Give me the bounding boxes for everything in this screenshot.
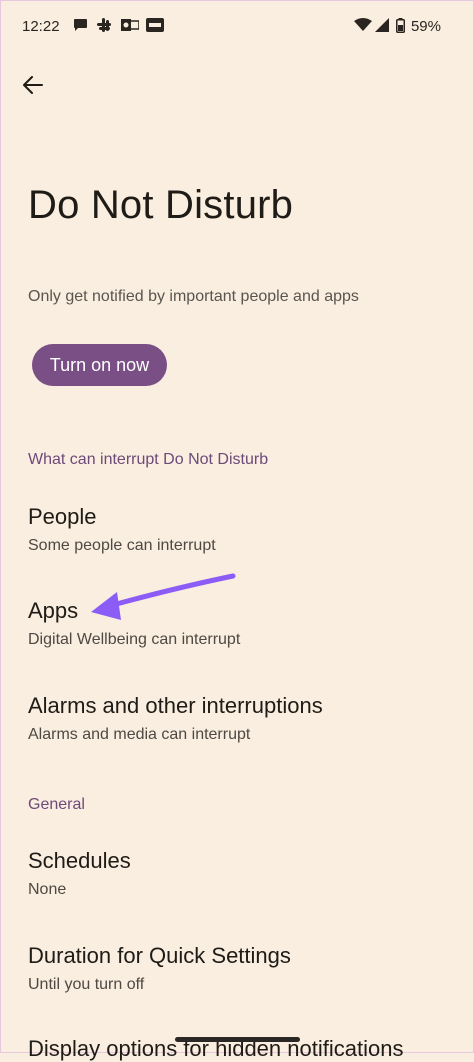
annotation-arrow-icon (91, 573, 236, 620)
back-arrow-icon (23, 76, 43, 94)
section-header-interrupt: What can interrupt Do Not Disturb (28, 451, 269, 468)
settings-item-alarms[interactable]: Alarms and other interruptions Alarms an… (0, 693, 474, 753)
settings-item-people[interactable]: People Some people can interrupt (0, 504, 474, 564)
page-subtitle: Only get notified by important people an… (28, 288, 359, 305)
outlook-icon (121, 17, 139, 33)
messages-icon (72, 17, 88, 33)
wifi-icon (354, 17, 372, 33)
item-title: People (28, 504, 97, 529)
turn-on-now-button[interactable]: Turn on now (32, 344, 167, 386)
item-subtitle: Some people can interrupt (28, 537, 216, 554)
section-header-general: General (28, 796, 85, 813)
item-subtitle: Alarms and media can interrupt (28, 726, 251, 743)
item-title: Schedules (28, 848, 131, 873)
item-subtitle: Until you turn off (28, 976, 145, 993)
back-button[interactable] (14, 66, 52, 104)
paytm-icon (146, 17, 164, 33)
page-title: Do Not Disturb (28, 183, 294, 227)
signal-icon (374, 17, 390, 33)
navigation-handle[interactable] (175, 1037, 300, 1042)
battery-percentage: 59% (410, 18, 441, 35)
battery-icon (394, 17, 406, 33)
item-title: Alarms and other interruptions (28, 693, 323, 718)
settings-item-duration[interactable]: Duration for Quick Settings Until you tu… (0, 943, 474, 1003)
settings-item-schedules[interactable]: Schedules None (0, 848, 474, 908)
item-subtitle: None (28, 881, 67, 898)
slack-icon (96, 17, 112, 33)
status-bar: 12:22 59% (0, 0, 474, 52)
item-subtitle: Digital Wellbeing can interrupt (28, 631, 241, 648)
item-title: Apps (28, 598, 79, 623)
item-title: Duration for Quick Settings (28, 943, 291, 968)
status-time: 12:22 (22, 18, 60, 35)
